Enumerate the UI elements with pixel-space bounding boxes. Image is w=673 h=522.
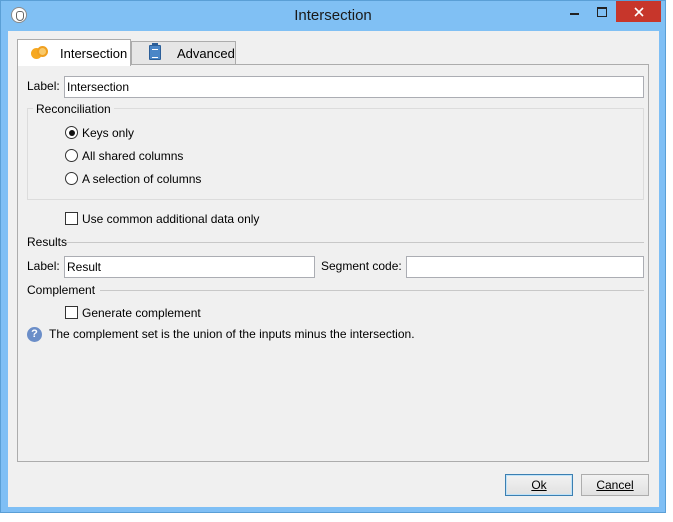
clipboard-icon (149, 43, 161, 60)
cancel-button-label: Cancel (596, 478, 634, 492)
tab-intersection[interactable]: Intersection (17, 39, 131, 66)
common-data-checkbox[interactable] (65, 212, 78, 225)
keys-only-label[interactable]: Keys only (82, 126, 134, 140)
title-bar[interactable]: Intersection (1, 1, 665, 31)
result-label-input[interactable] (64, 256, 315, 278)
results-title: Results (27, 235, 68, 249)
maximize-button[interactable] (589, 1, 615, 22)
generate-complement-checkbox[interactable] (65, 306, 78, 319)
tab-intersection-label: Intersection (60, 45, 128, 61)
generate-complement-label[interactable]: Generate complement (82, 306, 201, 320)
help-icon: ? (27, 327, 42, 342)
ok-button-label: Ok (531, 478, 547, 492)
results-divider (66, 242, 644, 243)
cancel-button[interactable]: Cancel (581, 474, 649, 496)
tab-panel-intersection: Label: Reconciliation Keys only All shar… (17, 64, 649, 462)
dialog-window: Intersection Intersection Advanced Label… (0, 0, 666, 513)
close-button[interactable] (616, 1, 661, 22)
all-shared-columns-radio[interactable] (65, 149, 78, 162)
selection-of-columns-radio[interactable] (65, 172, 78, 185)
segment-code-label: Segment code: (321, 259, 402, 273)
label-field-label: Label: (27, 79, 60, 93)
label-input[interactable] (64, 76, 644, 98)
keys-only-radio[interactable] (65, 126, 78, 139)
selection-of-columns-label[interactable]: A selection of columns (82, 172, 201, 186)
all-shared-columns-label[interactable]: All shared columns (82, 149, 183, 163)
complement-help-text: The complement set is the union of the i… (49, 327, 415, 341)
complement-divider (100, 290, 644, 291)
segment-code-input[interactable] (406, 256, 644, 278)
complement-title: Complement (27, 283, 96, 297)
reconciliation-title: Reconciliation (33, 102, 114, 116)
dialog-client-area: Intersection Advanced Label: Reconciliat… (8, 31, 659, 507)
minimize-button[interactable] (561, 1, 587, 22)
close-icon (633, 6, 644, 17)
result-label-label: Label: (27, 259, 60, 273)
intersection-icon (31, 46, 49, 60)
ok-button[interactable]: Ok (505, 474, 573, 496)
tab-advanced-label: Advanced (177, 46, 235, 61)
tab-advanced[interactable]: Advanced (131, 41, 236, 65)
common-data-label[interactable]: Use common additional data only (82, 212, 259, 226)
